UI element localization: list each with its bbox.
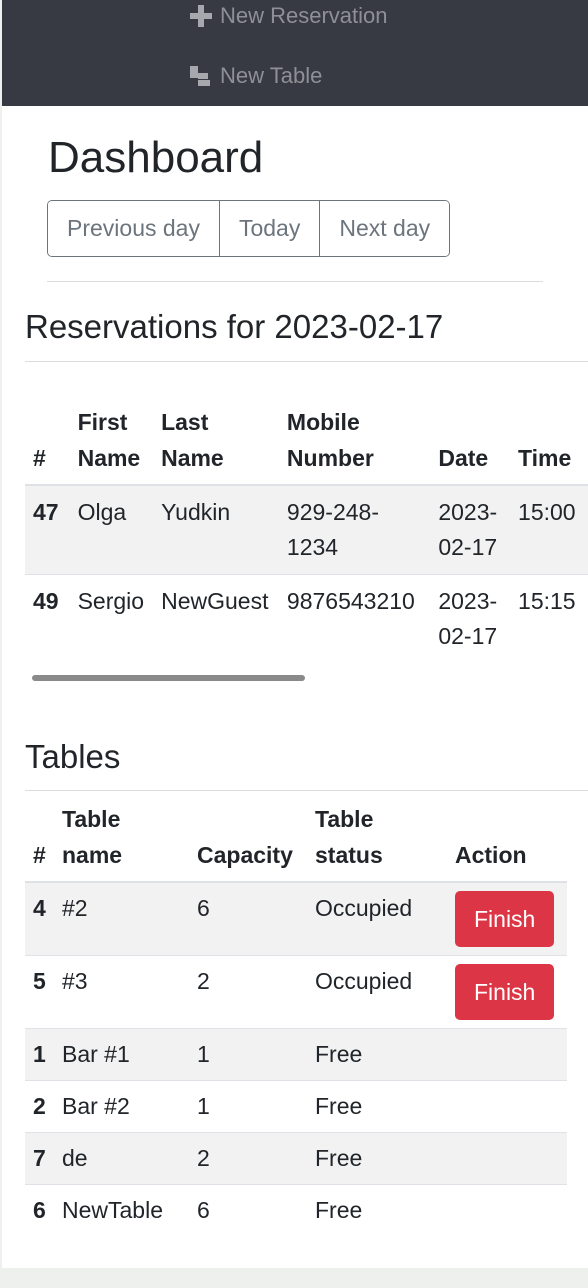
col-header-capacity: Capacity — [189, 797, 307, 883]
table-status: Occupied — [307, 881, 447, 956]
table-id: 2 — [25, 1080, 54, 1133]
reservation-date: 2023-02-17 — [430, 574, 511, 663]
table-row: 1 Bar #1 1 Free — [25, 1028, 567, 1081]
reservations-heading: Reservations for 2023-02-17 — [25, 308, 444, 345]
finish-button[interactable]: Finish — [455, 891, 555, 947]
new-reservation-label: New Reservation — [220, 3, 388, 28]
reservation-date: 2023-02-17 — [430, 484, 511, 575]
last-name: Yudkin — [153, 484, 279, 575]
table-row: 7 de 2 Free — [25, 1132, 567, 1185]
reservation-id: 47 — [25, 484, 70, 575]
table-capacity: 2 — [189, 1132, 307, 1185]
table-header-row: # First Name Last Name Mobile Number Dat… — [25, 400, 588, 486]
mobile-number: 9876543210 — [278, 574, 431, 663]
table-row: 49 Sergio NewGuest 9876543210 2023-02-17… — [25, 574, 588, 663]
table-id: 5 — [25, 955, 54, 1029]
col-header-table-name: Table name — [54, 797, 189, 883]
table-status: Free — [307, 1080, 447, 1133]
table-icon — [188, 64, 214, 88]
finish-button[interactable]: Finish — [455, 964, 555, 1020]
table-capacity: 6 — [189, 1184, 307, 1236]
table-header-row: # Table name Capacity Table status Actio… — [25, 797, 567, 883]
table-capacity: 2 — [189, 955, 307, 1029]
next-day-button[interactable]: Next day — [319, 201, 450, 256]
action-cell: Finish — [447, 955, 567, 1029]
action-cell — [447, 1184, 567, 1236]
new-reservation-link[interactable]: New Reservation — [188, 3, 388, 29]
table-id: 4 — [25, 881, 54, 956]
table-id: 6 — [25, 1184, 54, 1236]
table-name: Bar #2 — [54, 1080, 189, 1133]
new-table-link[interactable]: New Table — [188, 63, 322, 89]
table-status: Free — [307, 1132, 447, 1185]
reservations-table-container[interactable]: # First Name Last Name Mobile Number Dat… — [25, 400, 588, 663]
table-row: 5 #3 2 Occupied Finish — [25, 955, 567, 1029]
page: New Reservation New Table Dashboard Prev… — [2, 0, 588, 1268]
mobile-number: 929-248-1234 — [278, 484, 431, 575]
col-header-first-name: First Name — [69, 400, 154, 486]
table-capacity: 1 — [189, 1080, 307, 1133]
divider — [25, 361, 588, 362]
table-name: #3 — [54, 955, 189, 1029]
table-name: NewTable — [54, 1184, 189, 1236]
action-cell — [447, 1132, 567, 1185]
col-header-action: Action — [447, 797, 567, 883]
table-id: 1 — [25, 1028, 54, 1081]
table-capacity: 6 — [189, 881, 307, 956]
action-cell: Finish — [447, 881, 567, 956]
col-header-date: Date — [430, 400, 511, 486]
col-header-table-status: Table status — [307, 797, 447, 883]
divider — [47, 281, 543, 282]
table-status: Free — [307, 1028, 447, 1081]
reservation-time: 15:15 — [510, 574, 588, 663]
col-header-time: Time — [510, 400, 588, 486]
previous-day-button[interactable]: Previous day — [48, 201, 219, 256]
table-status: Free — [307, 1184, 447, 1236]
horizontal-scrollbar[interactable] — [32, 675, 305, 681]
table-row: 2 Bar #2 1 Free — [25, 1080, 567, 1133]
new-table-label: New Table — [220, 63, 323, 88]
table-status: Occupied — [307, 955, 447, 1029]
first-name: Olga — [69, 484, 154, 575]
table-name: de — [54, 1132, 189, 1185]
table-name: #2 — [54, 881, 189, 956]
tables-heading: Tables — [25, 738, 121, 775]
page-title: Dashboard — [48, 133, 264, 182]
reservation-time: 15:00 — [510, 484, 588, 575]
reservations-table: # First Name Last Name Mobile Number Dat… — [25, 400, 588, 663]
table-row: 4 #2 6 Occupied Finish — [25, 881, 567, 956]
top-navigation: New Reservation New Table — [2, 0, 588, 106]
last-name: NewGuest — [153, 574, 279, 663]
table-row: 6 NewTable 6 Free — [25, 1184, 567, 1236]
table-capacity: 1 — [189, 1028, 307, 1081]
first-name: Sergio — [69, 574, 154, 663]
action-cell — [447, 1028, 567, 1081]
divider — [25, 790, 588, 791]
col-header-last-name: Last Name — [153, 400, 279, 486]
col-header-mobile: Mobile Number — [278, 400, 431, 486]
tables-table: # Table name Capacity Table status Actio… — [25, 797, 567, 1236]
today-button[interactable]: Today — [218, 201, 320, 256]
reservation-id: 49 — [25, 574, 70, 663]
tables-table-container: # Table name Capacity Table status Actio… — [25, 797, 567, 1236]
day-navigation: Previous day Today Next day — [47, 200, 451, 257]
plus-icon — [188, 4, 214, 28]
col-header-id: # — [25, 797, 54, 883]
table-name: Bar #1 — [54, 1028, 189, 1081]
action-cell — [447, 1080, 567, 1133]
table-row: 47 Olga Yudkin 929-248-1234 2023-02-17 1… — [25, 484, 588, 575]
table-id: 7 — [25, 1132, 54, 1185]
col-header-id: # — [25, 400, 70, 486]
